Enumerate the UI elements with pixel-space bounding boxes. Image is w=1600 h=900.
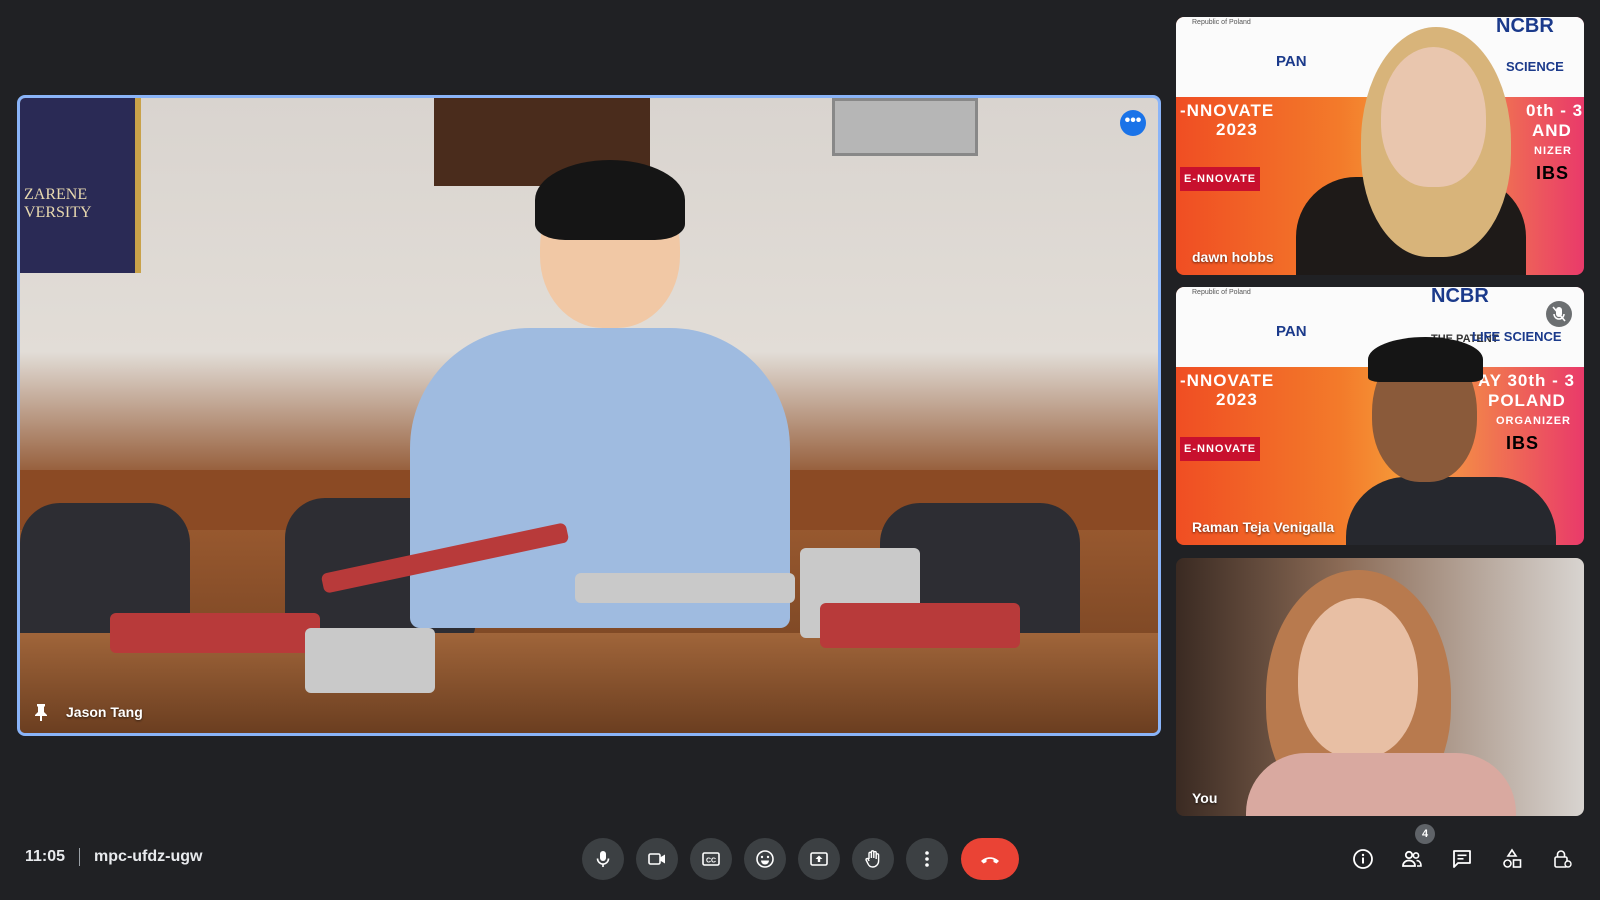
poster-title: -NNOVATE <box>1180 371 1275 390</box>
chat-icon <box>1453 850 1471 868</box>
poster-location: POLAND <box>1488 391 1566 410</box>
people-icon <box>1402 850 1422 867</box>
poster-science-logo: SCIENCE <box>1506 59 1564 74</box>
poster-brand: E-NNOVATE <box>1180 167 1261 191</box>
microphone-muted-icon <box>1546 301 1572 327</box>
more-options-icon <box>925 851 929 867</box>
poster-year: 2023 <box>1216 390 1258 409</box>
participant-tile-dawn-hobbs[interactable]: Republic of Poland PAN NCBR SCIENCE -NNO… <box>1176 17 1584 275</box>
end-call-button[interactable] <box>961 838 1019 880</box>
people-button[interactable] <box>1398 845 1426 873</box>
poster-organizer: ORGANIZER <box>1496 415 1571 427</box>
poster-sponsor-logo: PAN <box>1276 323 1307 340</box>
divider <box>79 848 81 866</box>
lego-model-right <box>820 603 1020 648</box>
lego-bridge <box>575 573 795 603</box>
raise-hand-button[interactable] <box>852 838 894 880</box>
poster-top-logo: NCBR <box>1496 17 1554 37</box>
participant-name: Raman Teja Venigalla <box>1192 519 1335 535</box>
poster-ibs-logo: IBS <box>1506 433 1540 453</box>
captions-icon: CC <box>702 852 720 866</box>
microphone-button[interactable] <box>582 838 624 880</box>
poster-location: AND <box>1532 121 1572 140</box>
info-icon <box>1353 849 1373 869</box>
microphone-icon <box>596 851 610 867</box>
emoji-icon <box>756 850 774 868</box>
participant-body <box>1346 477 1556 545</box>
people-count-badge: 4 <box>1415 824 1435 844</box>
poster-organizer: NIZER <box>1534 145 1572 157</box>
wall-plaque <box>832 98 978 156</box>
meeting-time: 11:05 <box>25 848 66 865</box>
host-controls-button[interactable] <box>1548 845 1576 873</box>
participant-face <box>1298 598 1418 758</box>
participant-body <box>1246 753 1516 816</box>
participant-hair <box>1368 337 1483 382</box>
meeting-code[interactable]: mpc-ufdz-ugw <box>94 848 202 866</box>
lego-battery-box <box>305 628 435 693</box>
activities-button[interactable] <box>1498 845 1526 873</box>
present-icon <box>810 852 828 866</box>
captions-button[interactable]: CC <box>690 838 732 880</box>
poster-country: Republic of Poland <box>1192 19 1251 26</box>
poster-top-logo: NCBR <box>1431 287 1489 307</box>
present-button[interactable] <box>798 838 840 880</box>
meeting-info-button[interactable] <box>1349 845 1377 873</box>
child-hair <box>535 160 685 240</box>
meeting-details: 11:05 mpc-ufdz-ugw <box>25 848 202 866</box>
poster-date: AY 30th - 3 <box>1478 371 1575 390</box>
university-banner: ZARENE VERSITY <box>20 98 141 273</box>
participant-name: Jason Tang <box>66 704 143 720</box>
main-video-tile[interactable]: ZARENE VERSITY ••• Jason Tang <box>17 95 1161 736</box>
more-options-button[interactable] <box>906 838 948 880</box>
pin-icon[interactable] <box>34 703 48 721</box>
participant-face <box>1381 47 1486 187</box>
poster-sponsor-logo: PAN <box>1276 53 1307 70</box>
host-controls-icon <box>1554 850 1572 868</box>
poster-year: 2023 <box>1216 120 1258 139</box>
poster-brand: E-NNOVATE <box>1180 437 1261 461</box>
activities-icon <box>1503 848 1522 868</box>
participant-name: You <box>1192 790 1218 806</box>
lego-model-left <box>110 613 320 653</box>
camera-button[interactable] <box>636 838 678 880</box>
participant-name: dawn hobbs <box>1192 249 1274 265</box>
raise-hand-icon <box>865 850 880 868</box>
emoji-button[interactable] <box>744 838 786 880</box>
participant-tile-raman-teja-venigalla[interactable]: Republic of Poland PAN THE PATENT NCBR L… <box>1176 287 1584 545</box>
poster-country: Republic of Poland <box>1192 289 1251 296</box>
poster-science-logo: LIFE SCIENCE <box>1472 329 1562 344</box>
poster-ibs-logo: IBS <box>1536 163 1570 183</box>
more-options-button[interactable]: ••• <box>1120 110 1146 136</box>
banner-text: ZARENE VERSITY <box>24 186 92 221</box>
participant-tile-you[interactable]: You <box>1176 558 1584 816</box>
chat-button[interactable] <box>1448 845 1476 873</box>
poster-date: 0th - 3 <box>1526 101 1584 120</box>
poster-title: -NNOVATE <box>1180 101 1275 120</box>
svg-text:CC: CC <box>706 858 716 865</box>
camera-icon <box>648 853 665 865</box>
end-call-icon <box>981 857 999 864</box>
